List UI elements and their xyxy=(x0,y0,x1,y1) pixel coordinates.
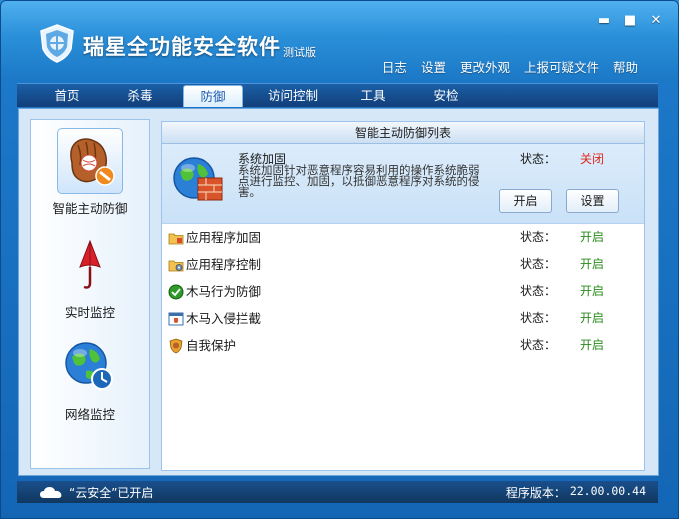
panel-title: 智能主动防御列表 xyxy=(162,122,644,144)
tab-defense[interactable]: 防御 xyxy=(183,85,243,107)
folder-gear-icon xyxy=(168,260,184,272)
status-value: 开启 xyxy=(580,257,605,271)
status-value: 开启 xyxy=(580,311,605,325)
window-shield-icon xyxy=(168,312,184,326)
feature-status-label: 状态： xyxy=(520,152,557,166)
close-button[interactable]: ✕ xyxy=(648,14,664,28)
list-item-trojan-intrusion-block[interactable]: 木马入侵拦截 状态： 开启 xyxy=(162,305,644,332)
status-value: 开启 xyxy=(580,338,605,352)
version-label: 程序版本： xyxy=(505,486,566,500)
baseball-glove-icon xyxy=(70,138,115,186)
sidebar-item-smart-defense[interactable]: 智能主动防御 xyxy=(31,128,149,217)
list-item-self-protection[interactable]: 自我保护 状态： 开启 xyxy=(162,332,644,359)
log-link[interactable]: 日志 xyxy=(382,57,407,76)
window-controls: ▬ ■ ✕ xyxy=(596,14,664,28)
report-suspicious-file-link[interactable]: 上报可疑文件 xyxy=(524,57,599,76)
app-title: 瑞星全功能安全软件 xyxy=(83,35,281,59)
help-link[interactable]: 帮助 xyxy=(613,57,638,76)
list-item-label: 木马入侵拦截 xyxy=(186,311,262,326)
version-value: 22.00.00.44 xyxy=(569,484,646,498)
defense-list-panel: 智能主动防御列表 系统加固 系统加固针对恶意程序容易利用的操作系统脆弱点进行监控… xyxy=(161,121,645,471)
status-label: 状态： xyxy=(520,230,557,244)
system-hardening-feature: 系统加固 系统加固针对恶意程序容易利用的操作系统脆弱点进行监控、加固，以抵御恶意… xyxy=(162,144,644,224)
tab-scan[interactable]: 杀毒 xyxy=(110,84,170,107)
main-window: 瑞星全功能安全软件 测试版 ▬ ■ ✕ 日志 设置 更改外观 上报可疑文件 帮助… xyxy=(0,0,679,519)
feature-description: 系统加固针对恶意程序容易利用的操作系统脆弱点进行监控、加固，以抵御恶意程序对系统… xyxy=(238,163,480,199)
sidebar-item-label: 智能主动防御 xyxy=(52,201,128,216)
list-item-app-hardening[interactable]: 应用程序加固 状态： 开启 xyxy=(162,224,644,251)
sidebar-item-network-monitor[interactable]: 网络监控 xyxy=(31,334,149,423)
status-label: 状态： xyxy=(520,338,557,352)
maximize-button[interactable]: ■ xyxy=(622,14,638,28)
list-item-app-control[interactable]: 应用程序控制 状态： 开启 xyxy=(162,251,644,278)
status-label: 状态： xyxy=(520,284,557,298)
content-area: 智能主动防御 实时监控 网络监控 智能主动防御列表 系统加固 系统加固针对恶意程… xyxy=(18,108,659,476)
shield-logo-icon xyxy=(40,24,74,63)
folder-lock-icon xyxy=(168,233,184,245)
minimize-button[interactable]: ▬ xyxy=(596,14,612,28)
status-value: 开启 xyxy=(580,230,605,244)
list-item-label: 应用程序控制 xyxy=(186,257,262,272)
sidebar-item-realtime-monitor[interactable]: 实时监控 xyxy=(31,232,149,321)
globe-icon xyxy=(65,342,113,390)
cloud-security-status: “云安全”已开启 xyxy=(69,486,154,500)
list-item-label: 自我保护 xyxy=(186,338,237,353)
status-value: 开启 xyxy=(580,284,605,298)
sidebar-item-label: 网络监控 xyxy=(64,407,115,422)
lion-shield-icon xyxy=(169,338,183,354)
top-links: 日志 设置 更改外观 上报可疑文件 帮助 xyxy=(382,57,638,76)
list-item-trojan-behavior-defense[interactable]: 木马行为防御 状态： 开启 xyxy=(162,278,644,305)
green-orb-icon xyxy=(168,284,184,300)
tab-security-check[interactable]: 安检 xyxy=(416,84,476,107)
main-tabs: 首页 杀毒 防御 访问控制 工具 安检 xyxy=(17,83,658,107)
tab-tools[interactable]: 工具 xyxy=(343,84,403,107)
defense-list: 应用程序加固 状态： 开启 应用程序控制 状态： 开启 木马行为防御 状态： 开… xyxy=(162,224,644,359)
globe-firewall-icon xyxy=(173,157,223,201)
settings-link[interactable]: 设置 xyxy=(421,57,446,76)
app-edition-label: 测试版 xyxy=(283,46,316,59)
sidebar-item-label: 实时监控 xyxy=(64,305,115,320)
tab-home[interactable]: 首页 xyxy=(37,84,97,107)
status-bar: “云安全”已开启 程序版本： 22.00.00.44 xyxy=(17,481,658,503)
change-skin-link[interactable]: 更改外观 xyxy=(460,57,510,76)
cloud-icon xyxy=(40,487,62,498)
status-label: 状态： xyxy=(520,257,557,271)
list-item-label: 木马行为防御 xyxy=(186,284,262,299)
settings-button[interactable]: 设置 xyxy=(566,189,619,213)
version-info: 程序版本： 22.00.00.44 xyxy=(506,484,646,501)
sidebar: 智能主动防御 实时监控 网络监控 xyxy=(30,119,150,469)
enable-button[interactable]: 开启 xyxy=(499,189,552,213)
tab-access-control[interactable]: 访问控制 xyxy=(256,84,330,107)
feature-status-value: 关闭 xyxy=(580,152,605,166)
status-label: 状态： xyxy=(520,311,557,325)
list-item-label: 应用程序加固 xyxy=(186,230,262,245)
umbrella-icon xyxy=(79,239,101,289)
